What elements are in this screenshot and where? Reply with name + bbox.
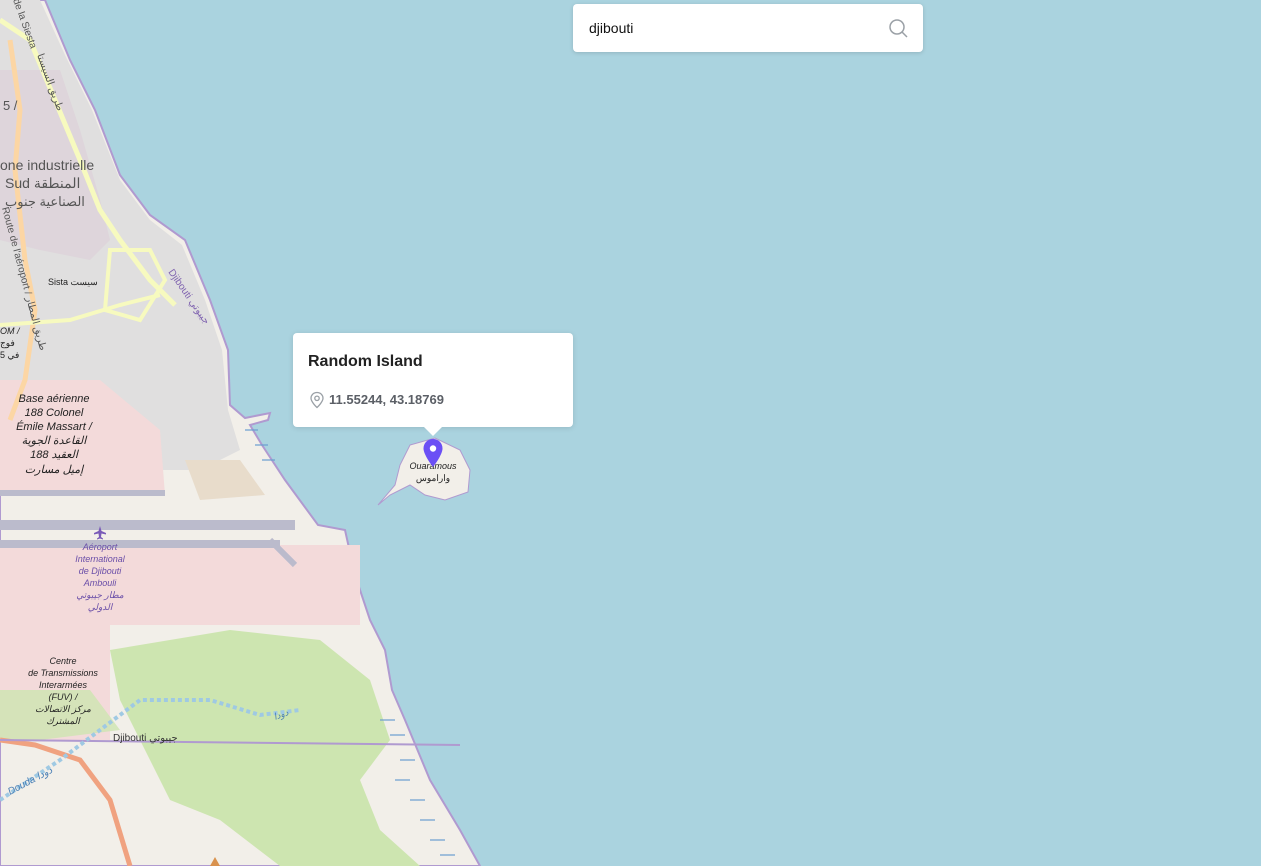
map-label: Centre (49, 656, 76, 666)
map-label: Ambouli (83, 578, 118, 588)
map-label: r 5 / (0, 98, 18, 113)
location-popup: Random Island 11.55244, 43.18769 (293, 333, 573, 436)
map-label: one industrielle (0, 157, 94, 173)
map-label: Sista سيست (48, 277, 98, 287)
map-label: إميل مسارت (25, 464, 85, 476)
map-label: OM / (0, 326, 21, 336)
map-label: مطار جيبوتي (76, 590, 124, 601)
map-marker-icon[interactable] (421, 438, 445, 468)
map-label: Djibouti جيبوتي (113, 733, 178, 744)
map-label: (FUV) / (49, 692, 79, 702)
map-label: de Transmissions (28, 668, 98, 678)
popup-title: Random Island (308, 353, 423, 370)
map-label: 188 Colonel (25, 407, 84, 419)
location-pin-icon (310, 391, 324, 409)
map-label: Sud المنطقة (5, 175, 80, 191)
map-label: الدولي (88, 602, 114, 613)
map-label: المشترك (46, 716, 81, 727)
search-bar (573, 4, 923, 52)
map-label: Interarmées (39, 680, 88, 690)
map-label: 5 في (0, 350, 19, 360)
map-label: 188 العقيد (30, 449, 80, 461)
map-label: الصناعية جنوب (5, 194, 85, 210)
map-label: de Djibouti (79, 566, 123, 576)
search-input[interactable] (589, 14, 879, 42)
map-label: Aéroport (82, 542, 118, 552)
map-label: Émile Massart / (16, 420, 93, 433)
map-label: Base aérienne (19, 393, 90, 405)
map-label: مركز الاتصالات (35, 704, 91, 715)
popup-coordinates: 11.55244, 43.18769 (329, 392, 444, 407)
map-canvas[interactable]: de la Siesta طريق السيستا r 5 / one indu… (0, 0, 1261, 866)
map-label: القاعدة الجوية (22, 435, 89, 447)
search-icon[interactable] (887, 17, 909, 39)
map-label: فوج (0, 338, 15, 349)
map-label: واراموس (416, 473, 450, 484)
map-label: International (75, 554, 126, 564)
